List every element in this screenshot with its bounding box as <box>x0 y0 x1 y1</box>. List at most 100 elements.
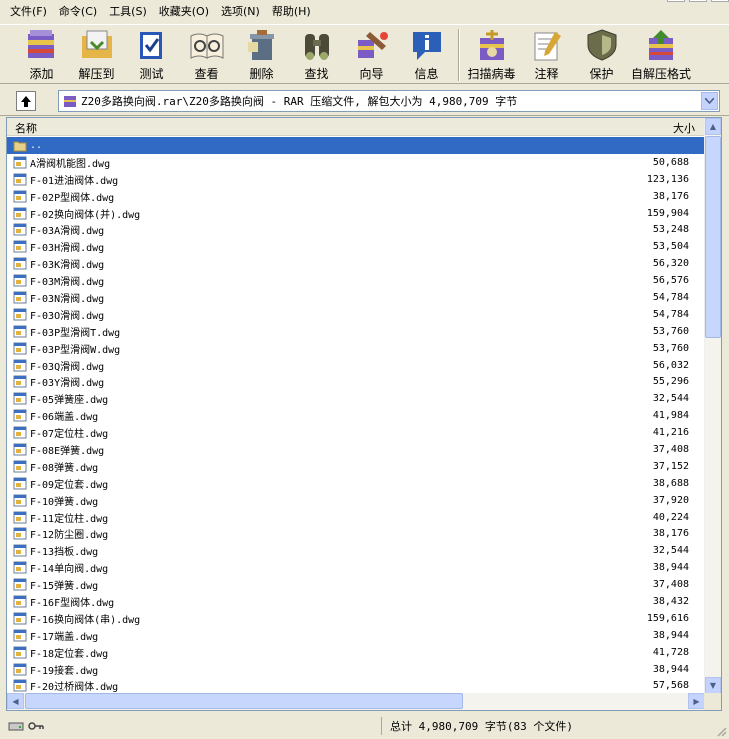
file-row[interactable]: F-05弹簧座.dwg 32,544 <box>7 390 705 407</box>
file-row[interactable]: F-16换向阀体(串).dwg 159,616 <box>7 610 705 627</box>
menu-bar: 文件(F) 命令(C) 工具(S) 收藏夹(O) 选项(N) 帮助(H) <box>0 0 729 24</box>
file-row[interactable]: F-14单向阀.dwg 38,944 <box>7 559 705 576</box>
file-size: 37,408 <box>652 579 689 591</box>
file-row[interactable]: F-17端盖.dwg 38,944 <box>7 627 705 644</box>
file-row[interactable]: F-08弹簧.dwg 37,152 <box>7 458 705 475</box>
horizontal-scrollbar[interactable]: ◀ ▶ <box>7 693 705 710</box>
up-one-level-button[interactable] <box>16 91 36 111</box>
file-name: F-03Q滑阀.dwg <box>30 361 105 373</box>
file-name: F-19接套.dwg <box>30 665 99 677</box>
status-summary: 总计 4,980,709 字节(83 个文件) <box>390 720 573 733</box>
file-row[interactable]: F-03K滑阀.dwg 56,320 <box>7 255 705 272</box>
dwg-file-icon <box>13 595 27 608</box>
file-name: F-18定位套.dwg <box>30 648 109 660</box>
file-row[interactable]: F-08E弹簧.dwg 37,408 <box>7 441 705 458</box>
info-button[interactable]: 信息 <box>399 27 454 83</box>
file-row[interactable]: F-03O滑阀.dwg 54,784 <box>7 306 705 323</box>
minimize-button[interactable] <box>667 0 685 2</box>
address-path: Z20多路换向阀.rar\Z20多路换向阀 - RAR 压缩文件, 解包大小为 … <box>81 95 518 108</box>
test-button[interactable]: 测试 <box>124 27 179 83</box>
add-icon <box>23 27 61 63</box>
file-row[interactable]: F-15弹簧.dwg 37,408 <box>7 576 705 593</box>
file-size: 54,784 <box>652 291 689 303</box>
file-size: 57,568 <box>652 680 689 692</box>
window-controls <box>667 0 729 2</box>
close-button[interactable] <box>711 0 729 2</box>
file-size: 53,760 <box>652 325 689 337</box>
find-button[interactable]: 查找 <box>289 27 344 83</box>
protect-button[interactable]: 保护 <box>574 27 629 83</box>
file-row[interactable]: F-03P型滑阀T.dwg 53,760 <box>7 323 705 340</box>
vertical-scrollbar[interactable]: ▲ ▼ <box>704 118 721 694</box>
file-row[interactable]: F-01进油阀体.dwg 123,136 <box>7 171 705 188</box>
virus-scan-button[interactable]: 扫描病毒 <box>464 27 519 83</box>
file-row[interactable]: F-11定位柱.dwg 40,224 <box>7 509 705 526</box>
scroll-left-button[interactable]: ◀ <box>7 693 24 709</box>
menu-favorites[interactable]: 收藏夹(O) <box>153 0 215 24</box>
list-header: 名称 大小 <box>7 118 705 136</box>
maximize-button[interactable] <box>689 0 707 2</box>
file-row[interactable]: F-03Y滑阀.dwg 55,296 <box>7 373 705 390</box>
menu-file[interactable]: 文件(F) <box>4 0 53 24</box>
file-row[interactable]: F-18定位套.dwg 41,728 <box>7 644 705 661</box>
scroll-up-button[interactable]: ▲ <box>705 118 721 135</box>
file-name: F-02换向阀体(并).dwg <box>30 209 141 221</box>
dwg-file-icon <box>13 240 27 253</box>
file-row[interactable]: F-03Q滑阀.dwg 56,032 <box>7 357 705 374</box>
file-size: 159,904 <box>646 207 689 219</box>
file-row[interactable]: F-09定位套.dwg 38,688 <box>7 475 705 492</box>
file-size: 32,544 <box>652 545 689 557</box>
sfx-button[interactable]: 自解压格式 <box>629 27 693 83</box>
column-header-name[interactable]: 名称 <box>15 120 37 136</box>
file-row[interactable]: F-03N滑阀.dwg 54,784 <box>7 289 705 306</box>
folder-icon <box>13 141 27 152</box>
add-button[interactable]: 添加 <box>14 27 69 83</box>
menu-help[interactable]: 帮助(H) <box>266 0 317 24</box>
delete-button[interactable]: 删除 <box>234 27 289 83</box>
menu-commands[interactable]: 命令(C) <box>53 0 103 24</box>
file-row[interactable]: F-02换向阀体(并).dwg 159,904 <box>7 205 705 222</box>
view-button[interactable]: 查看 <box>179 27 234 83</box>
scroll-right-button[interactable]: ▶ <box>688 693 705 709</box>
address-dropdown-button[interactable] <box>701 92 718 110</box>
file-row[interactable]: F-13挡板.dwg 32,544 <box>7 542 705 559</box>
file-name: F-02P型阀体.dwg <box>30 192 115 204</box>
file-row[interactable]: F-10弹簧.dwg 37,920 <box>7 492 705 509</box>
file-row[interactable]: F-02P型阀体.dwg 38,176 <box>7 188 705 205</box>
file-row[interactable]: F-03A滑阀.dwg 53,248 <box>7 221 705 238</box>
file-size: 53,248 <box>652 224 689 236</box>
file-row[interactable]: A滑阀机能图.dwg 50,688 <box>7 154 705 171</box>
resize-grip-icon[interactable] <box>715 725 727 737</box>
column-header-size[interactable]: 大小 <box>673 120 695 136</box>
file-name: F-16换向阀体(串).dwg <box>30 614 141 626</box>
dwg-file-icon <box>13 375 27 388</box>
parent-folder-row[interactable]: .. <box>7 137 705 154</box>
file-row[interactable]: F-03P型滑阀W.dwg 53,760 <box>7 340 705 357</box>
file-row[interactable]: F-03M滑阀.dwg 56,576 <box>7 272 705 289</box>
wizard-button[interactable]: 向导 <box>344 27 399 83</box>
horizontal-scroll-thumb[interactable] <box>25 693 463 709</box>
file-row[interactable]: F-06端盖.dwg 41,984 <box>7 407 705 424</box>
toolbar: 添加 解压到 测试 查看 删除 查找 向导 信息 扫描病毒 注释 保护 自解压格… <box>0 24 729 84</box>
extract-to-icon <box>78 27 116 63</box>
file-row[interactable]: F-16F型阀体.dwg 38,432 <box>7 593 705 610</box>
extract-to-button[interactable]: 解压到 <box>69 27 124 83</box>
file-name: F-03K滑阀.dwg <box>30 260 105 272</box>
file-row[interactable]: F-12防尘圈.dwg 38,176 <box>7 525 705 542</box>
vertical-scroll-thumb[interactable] <box>705 136 721 338</box>
file-name: F-15弹簧.dwg <box>30 581 99 593</box>
address-field[interactable]: Z20多路换向阀.rar\Z20多路换向阀 - RAR 压缩文件, 解包大小为 … <box>58 90 720 112</box>
file-list: 名称 大小 .. A滑阀机能图.dwg 50,688 F-01进油阀体.dwg 123,… <box>6 117 722 711</box>
file-row[interactable]: F-19接套.dwg 38,944 <box>7 661 705 678</box>
comment-button[interactable]: 注释 <box>519 27 574 83</box>
file-name: F-01进油阀体.dwg <box>30 175 119 187</box>
file-row[interactable]: F-07定位柱.dwg 41,216 <box>7 424 705 441</box>
file-name: F-03Y滑阀.dwg <box>30 378 105 390</box>
menu-tools[interactable]: 工具(S) <box>103 0 153 24</box>
file-row[interactable]: F-03H滑阀.dwg 53,504 <box>7 238 705 255</box>
file-name: F-08弹簧.dwg <box>30 462 99 474</box>
menu-options[interactable]: 选项(N) <box>215 0 266 24</box>
file-name: F-13挡板.dwg <box>30 547 99 559</box>
file-row[interactable]: F-20过桥阀体.dwg 57,568 <box>7 678 705 695</box>
scroll-down-button[interactable]: ▼ <box>705 677 721 694</box>
